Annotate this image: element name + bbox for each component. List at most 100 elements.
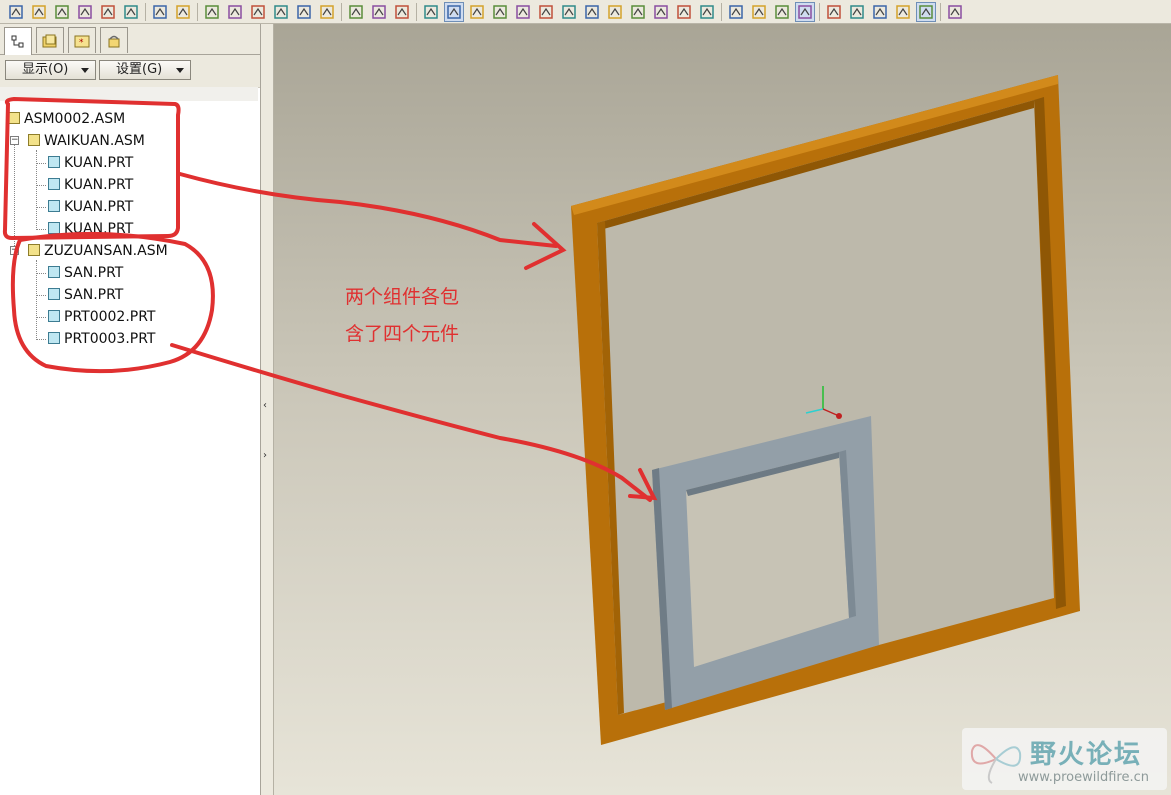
no-hidden-button[interactable] <box>772 2 792 22</box>
zoom-out-icon <box>539 4 553 19</box>
orient-icon <box>470 4 484 19</box>
zoom-in-button[interactable] <box>513 2 533 22</box>
tree-node-part[interactable]: PRT0003.PRT <box>48 329 156 349</box>
whats-this-button[interactable] <box>945 2 965 22</box>
watermark-logo-icon <box>970 744 1022 784</box>
tree-node-zuzuansan-asm[interactable]: ZUZUANSAN.ASM <box>28 241 168 261</box>
save-button[interactable] <box>52 2 72 22</box>
cut-button[interactable] <box>202 2 222 22</box>
tree-node-label: WAIKUAN.ASM <box>44 133 145 149</box>
part-icon <box>48 310 60 322</box>
toolbar-separator <box>341 2 342 21</box>
spin-center-button[interactable] <box>444 1 464 22</box>
shaded-button[interactable] <box>795 1 815 22</box>
datum-planes-button[interactable] <box>824 2 844 22</box>
datum-planes-icon <box>827 4 841 19</box>
csys-button[interactable] <box>893 2 913 22</box>
print2-button[interactable] <box>121 2 141 22</box>
print-button[interactable] <box>75 2 95 22</box>
tree-connector <box>36 207 46 208</box>
find-button[interactable] <box>346 2 366 22</box>
regen-manager-button[interactable] <box>317 2 337 22</box>
appearance-icon <box>654 4 668 19</box>
undo-icon <box>153 4 167 19</box>
tree-node-part[interactable]: KUAN.PRT <box>48 153 133 173</box>
saved-views-button[interactable] <box>605 2 625 22</box>
redo-button[interactable] <box>173 2 193 22</box>
redo-icon <box>176 4 190 19</box>
show-dropdown-button[interactable]: 显示(O) <box>5 60 96 80</box>
chevron-left-icon[interactable]: ‹ <box>263 400 267 411</box>
datum-points-button[interactable] <box>870 2 890 22</box>
hidden-line-button[interactable] <box>749 2 769 22</box>
paste-button[interactable] <box>248 2 268 22</box>
panel-splitter[interactable]: ‹ › <box>261 24 274 795</box>
select-box-button[interactable] <box>369 2 389 22</box>
chevron-down-icon <box>176 68 184 73</box>
tree-node-part[interactable]: PRT0002.PRT <box>48 307 156 327</box>
tree-connector <box>36 229 46 230</box>
tree-header-strip <box>0 87 258 101</box>
copy-button[interactable] <box>225 2 245 22</box>
paste-icon <box>251 4 265 19</box>
tab-model-tree[interactable] <box>4 27 32 55</box>
model-graphics <box>571 75 1080 745</box>
tab-favorites[interactable]: * <box>68 27 96 53</box>
wireframe-button[interactable] <box>726 2 746 22</box>
tab-folder-browser[interactable] <box>36 27 64 53</box>
reorient-icon <box>585 4 599 19</box>
annotation-display-button[interactable] <box>916 1 936 22</box>
regen-manager-icon <box>320 4 334 19</box>
assembly-icon <box>8 112 20 124</box>
tree-node-label: KUAN.PRT <box>64 177 134 193</box>
tree-node-part[interactable]: KUAN.PRT <box>48 175 133 195</box>
collapse-icon[interactable]: − <box>10 136 19 145</box>
regenerate-button[interactable] <box>294 2 314 22</box>
appearance-button[interactable] <box>651 2 671 22</box>
tree-node-part[interactable]: SAN.PRT <box>48 285 123 305</box>
tree-node-label: ZUZUANSAN.ASM <box>44 243 168 259</box>
orient-button[interactable] <box>467 2 487 22</box>
dropdown-button[interactable] <box>392 2 412 22</box>
tab-connections[interactable] <box>100 27 128 53</box>
view-manager-button[interactable] <box>674 2 694 22</box>
paste-special-button[interactable] <box>271 2 291 22</box>
tree-node-waikuan-asm[interactable]: WAIKUAN.ASM <box>28 131 145 151</box>
toolbar-separator <box>416 2 417 21</box>
reorient-button[interactable] <box>582 2 602 22</box>
preview-button[interactable] <box>98 2 118 22</box>
no-hidden-icon <box>775 4 789 19</box>
open-button[interactable] <box>29 2 49 22</box>
tree-node-label: KUAN.PRT <box>64 221 134 237</box>
navigator-tabs: * <box>0 24 260 55</box>
tree-node-part[interactable]: SAN.PRT <box>48 263 123 283</box>
tree-node-label: KUAN.PRT <box>64 155 134 171</box>
refit-button[interactable] <box>559 2 579 22</box>
layers-button[interactable] <box>628 2 648 22</box>
hidden-line-icon <box>752 4 766 19</box>
new-button[interactable] <box>6 2 26 22</box>
annotation-text-line2: 含了四个元件 <box>345 323 460 345</box>
render-button[interactable] <box>697 2 717 22</box>
graphics-viewport[interactable] <box>274 24 1171 795</box>
undo-button[interactable] <box>150 2 170 22</box>
toolbar-separator <box>197 2 198 21</box>
render-icon <box>700 4 714 19</box>
tree-connector <box>36 163 46 164</box>
spin-center-icon <box>447 4 461 19</box>
svg-text:*: * <box>79 38 84 48</box>
paste-special-icon <box>274 4 288 19</box>
chevron-right-icon[interactable]: › <box>263 450 267 461</box>
refit-icon <box>562 4 576 19</box>
part-icon <box>48 156 60 168</box>
tree-node-part[interactable]: KUAN.PRT <box>48 197 133 217</box>
model-tree-panel: * 显示(O) 设置(G) ASM0002.ASM − WAIKUAN.ASM … <box>0 24 261 795</box>
settings-dropdown-button[interactable]: 设置(G) <box>99 60 191 80</box>
tree-node-part[interactable]: KUAN.PRT <box>48 219 133 239</box>
datum-axes-button[interactable] <box>847 2 867 22</box>
pan-button[interactable] <box>490 2 510 22</box>
repaint-button[interactable] <box>421 2 441 22</box>
tree-node-root[interactable]: ASM0002.ASM <box>8 109 125 129</box>
zoom-out-button[interactable] <box>536 2 556 22</box>
collapse-icon[interactable]: − <box>10 246 19 255</box>
